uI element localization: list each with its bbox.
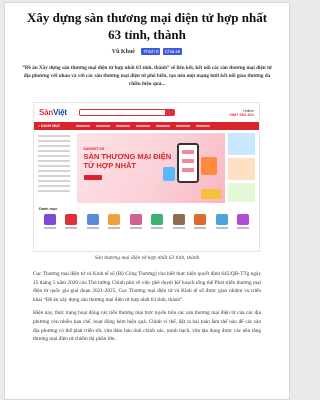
phone-icon bbox=[177, 143, 200, 183]
store-header: SànViệt Hotline 0987 654 321 bbox=[34, 103, 259, 122]
banner-headline-1: SÀN THƯƠNG MẠI ĐIỆN bbox=[83, 152, 172, 161]
category-image bbox=[172, 214, 185, 225]
nav-category: ≡ DANH MỤC bbox=[38, 124, 61, 128]
side-banner bbox=[228, 158, 256, 180]
byline: Vũ Khuê Thích 0 Chia sẻ bbox=[5, 48, 289, 57]
logo-accent: Việt bbox=[53, 108, 67, 117]
category-image bbox=[86, 214, 99, 225]
category-tile bbox=[193, 214, 208, 229]
category-image bbox=[215, 214, 228, 225]
category-image bbox=[65, 214, 78, 225]
logo-main: Sàn bbox=[39, 108, 54, 117]
image-caption: Sàn thương mại điện tử hợp nhất 63 tỉnh,… bbox=[94, 255, 200, 261]
paragraph: Hiện nay, thực trạng hoạt động các tiểu … bbox=[33, 310, 261, 343]
side-banner bbox=[228, 133, 256, 155]
banner-area: SANVIET.VN SÀN THƯƠNG MẠI ĐIỆN TỬ HỢP NH… bbox=[34, 130, 259, 203]
search-icon bbox=[164, 110, 174, 115]
category-label bbox=[43, 227, 56, 229]
article-page: Xây dựng sàn thương mại điện tử hợp nhất… bbox=[4, 2, 290, 400]
shopping-bag-icon bbox=[201, 157, 218, 175]
category-label bbox=[108, 227, 121, 229]
side-banner bbox=[228, 183, 256, 202]
gift-box-icon bbox=[201, 189, 222, 199]
shopping-bag-icon bbox=[163, 167, 176, 181]
store-search-bar bbox=[78, 109, 175, 116]
store-hotline: Hotline 0987 654 321 bbox=[230, 109, 254, 117]
category-tile bbox=[64, 214, 79, 229]
category-label bbox=[237, 227, 250, 229]
side-categories bbox=[38, 133, 74, 203]
article-sapo: “Đề án Xây dựng sàn thương mại điện tử h… bbox=[22, 65, 272, 87]
category-label bbox=[151, 227, 164, 229]
category-label bbox=[172, 227, 185, 229]
category-tile bbox=[171, 214, 186, 229]
nav-items bbox=[76, 125, 210, 127]
category-tile bbox=[85, 214, 100, 229]
store-logo: SànViệt bbox=[39, 108, 67, 117]
category-tile bbox=[128, 214, 143, 229]
author-name[interactable]: Vũ Khuê bbox=[112, 49, 135, 55]
article-title: Xây dựng sàn thương mại điện tử hợp nhất… bbox=[26, 10, 268, 42]
category-image bbox=[237, 214, 250, 225]
promo-banner: SANVIET.VN SÀN THƯƠNG MẠI ĐIỆN TỬ HỢP NH… bbox=[76, 133, 226, 203]
store-nav: ≡ DANH MỤC bbox=[34, 122, 259, 130]
category-image bbox=[108, 214, 121, 225]
category-label bbox=[194, 227, 207, 229]
category-label bbox=[215, 227, 228, 229]
category-tile bbox=[236, 214, 251, 229]
category-image bbox=[129, 214, 142, 225]
category-image bbox=[194, 214, 207, 225]
category-label bbox=[86, 227, 99, 229]
paragraph: Cục Thương mại điện tử và Kinh tế số (Bộ… bbox=[33, 271, 261, 303]
category-label bbox=[129, 227, 142, 229]
banner-cta bbox=[83, 175, 102, 180]
article-body: Cục Thương mại điện tử và Kinh tế số (Bộ… bbox=[33, 270, 261, 344]
category-image bbox=[151, 214, 164, 225]
share-button[interactable]: Chia sẻ bbox=[162, 48, 183, 55]
hotline-number: 0987 654 321 bbox=[229, 111, 254, 117]
category-label bbox=[65, 227, 78, 229]
like-button[interactable]: Thích 0 bbox=[141, 48, 161, 55]
category-image bbox=[43, 214, 56, 225]
banner-small-text: SANVIET.VN bbox=[83, 147, 105, 151]
banner-headline-2: TỬ HỢP NHẤT bbox=[83, 161, 136, 170]
category-tile bbox=[214, 214, 229, 229]
article-image: SànViệt Hotline 0987 654 321 ≡ DANH MỤC … bbox=[33, 102, 260, 252]
category-row bbox=[34, 211, 259, 229]
side-banners bbox=[228, 133, 256, 203]
category-tile bbox=[107, 214, 122, 229]
category-tile bbox=[42, 214, 57, 229]
category-tile bbox=[150, 214, 165, 229]
